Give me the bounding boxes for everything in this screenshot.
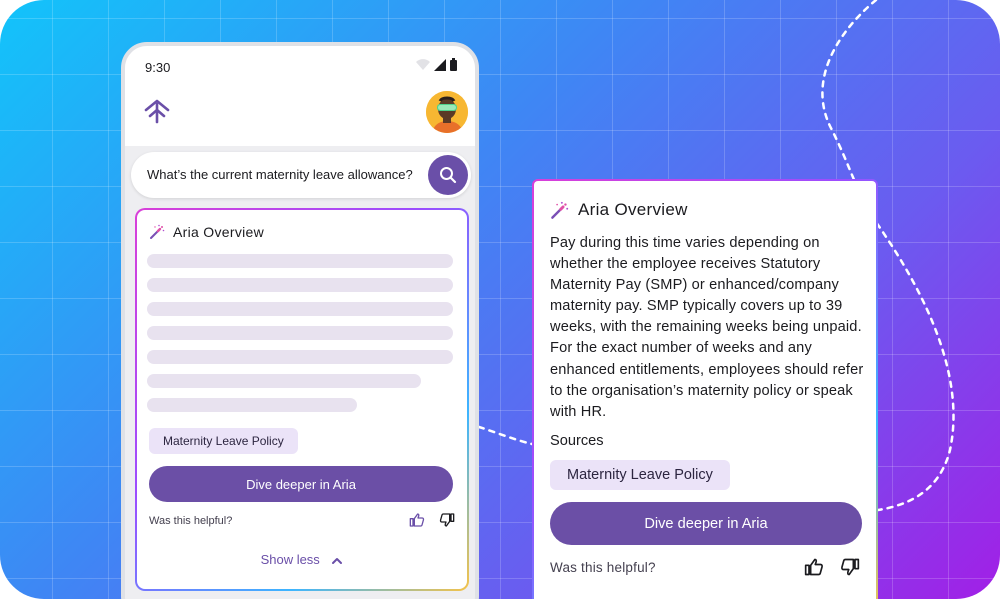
- avatar[interactable]: [426, 91, 468, 133]
- chevron-up-stack-icon[interactable]: [143, 98, 171, 124]
- dive-deeper-button[interactable]: Dive deeper in Aria: [550, 502, 862, 545]
- app-header: 9:30: [125, 46, 475, 146]
- source-chip[interactable]: Maternity Leave Policy: [550, 460, 730, 490]
- thumbs-down-icon[interactable]: [840, 557, 860, 577]
- thumbs-up-icon[interactable]: [409, 512, 425, 528]
- battery-icon: [450, 58, 457, 71]
- helpful-label: Was this helpful?: [149, 515, 233, 527]
- helpful-label: Was this helpful?: [550, 560, 656, 575]
- card-header: Aria Overview: [550, 200, 688, 220]
- feedback-buttons: [409, 512, 455, 528]
- skeleton-line: [147, 302, 453, 316]
- search-bar[interactable]: What’s the current maternity leave allow…: [131, 152, 471, 198]
- dive-deeper-button[interactable]: Dive deeper in Aria: [149, 466, 453, 502]
- status-icons: [416, 58, 457, 71]
- show-less-label: Show less: [260, 552, 320, 567]
- search-icon: [439, 166, 457, 184]
- thumbs-down-icon[interactable]: [439, 512, 455, 528]
- source-chip[interactable]: Maternity Leave Policy: [149, 428, 298, 454]
- card-title: Aria Overview: [173, 224, 265, 240]
- signal-icon: [434, 58, 446, 71]
- card-title: Aria Overview: [578, 200, 688, 219]
- status-time: 9:30: [145, 60, 171, 75]
- search-button[interactable]: [428, 155, 468, 195]
- overview-body: Pay during this time varies depending on…: [550, 235, 864, 420]
- skeleton-line: [147, 350, 453, 364]
- skeleton-line: [147, 254, 453, 268]
- skeleton-line: [147, 278, 453, 292]
- search-input[interactable]: What’s the current maternity leave allow…: [147, 167, 413, 182]
- show-less-toggle[interactable]: Show less: [137, 552, 467, 567]
- aria-overview-card-loading: Aria Overview Maternity Leave Policy Div…: [135, 208, 469, 591]
- phone-mockup: 9:30 What’s the current maternity leave …: [121, 42, 479, 599]
- skeleton-line: [147, 374, 421, 388]
- magic-wand-icon: [550, 201, 569, 220]
- background: 9:30 What’s the current maternity leave …: [0, 0, 1000, 599]
- skeleton-line: [147, 398, 357, 412]
- wifi-icon: [416, 59, 430, 70]
- card-header: Aria Overview: [149, 224, 264, 240]
- aria-overview-card: Aria Overview Pay during this time varie…: [532, 179, 878, 599]
- thumbs-up-icon[interactable]: [804, 557, 824, 577]
- feedback-buttons: [804, 557, 860, 577]
- skeleton-line: [147, 326, 453, 340]
- chevron-up-icon: [331, 557, 343, 565]
- sources-heading: Sources: [550, 433, 604, 449]
- magic-wand-icon: [149, 224, 165, 240]
